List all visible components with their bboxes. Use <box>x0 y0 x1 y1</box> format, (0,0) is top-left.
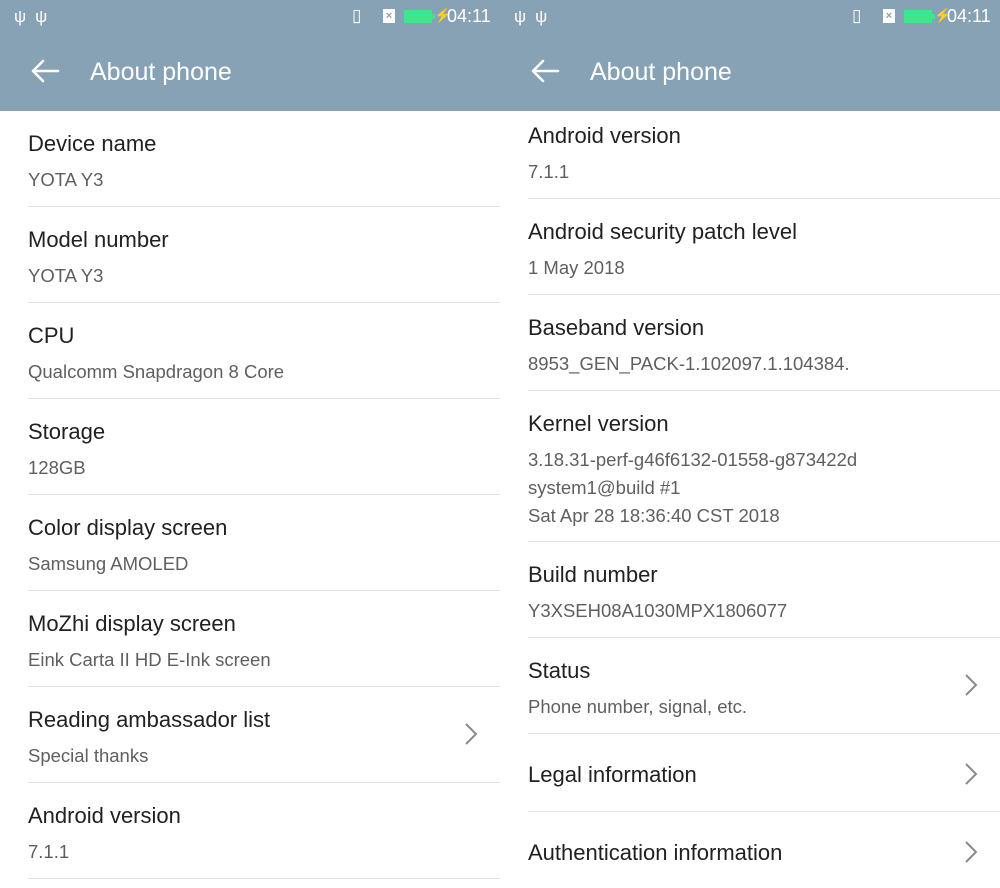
setting-legal-information[interactable]: Legal information <box>500 734 1000 812</box>
setting-reading-ambassador-list[interactable]: Reading ambassador list Special thanks <box>0 687 500 783</box>
battery-charging-icon <box>904 10 935 23</box>
no-sim-icon: × <box>383 9 395 23</box>
app-bar: ψψ ▯ × ⚡ 04:11 About phone <box>500 0 1000 111</box>
setting-model-number[interactable]: Model number YOTA Y3 <box>0 207 500 303</box>
setting-value: 7.1.1 <box>28 841 70 862</box>
setting-mozhi-display[interactable]: MoZhi display screen Eink Carta II HD E-… <box>0 591 500 687</box>
setting-label: Model number <box>28 227 169 252</box>
chevron-right-icon <box>464 722 478 746</box>
setting-label: Storage <box>28 419 106 444</box>
setting-label: MoZhi display screen <box>28 611 236 636</box>
chevron-right-icon <box>964 762 978 786</box>
setting-kernel-version[interactable]: Kernel version 3.18.31-perf-g46f6132-015… <box>500 391 1000 542</box>
setting-android-version[interactable]: Android version 7.1.1 <box>500 103 1000 199</box>
setting-value: Qualcomm Snapdragon 8 Core <box>28 361 285 382</box>
chevron-right-icon <box>964 673 978 697</box>
setting-label: Color display screen <box>28 515 228 540</box>
setting-value-line: 3.18.31-perf-g46f6132-01558-g873422d <box>528 449 858 470</box>
setting-label: CPU <box>28 323 75 348</box>
setting-label: Legal information <box>528 762 697 787</box>
app-bar: ψψ ▯ × ⚡ 04:11 About phone <box>0 0 500 111</box>
setting-value: Phone number, signal, etc. <box>528 696 748 717</box>
setting-label: Android security patch level <box>528 219 798 244</box>
setting-label: Build number <box>528 562 658 587</box>
about-phone-screen-left: ψψ ▯ × ⚡ 04:11 About phone Device name Y… <box>0 0 500 888</box>
setting-security-patch-level[interactable]: Android security patch level 1 May 2018 <box>500 199 1000 295</box>
setting-authentication-information[interactable]: Authentication information <box>500 812 1000 888</box>
setting-status[interactable]: Status Phone number, signal, etc. <box>500 638 1000 734</box>
setting-color-display[interactable]: Color display screen Samsung AMOLED <box>0 495 500 591</box>
setting-value: Special thanks <box>28 745 149 766</box>
page-title: About phone <box>590 58 732 86</box>
setting-value-line: Sat Apr 28 18:36:40 CST 2018 <box>528 505 780 526</box>
status-bar: ψψ ▯ × ⚡ 04:11 <box>500 0 1000 34</box>
setting-cpu[interactable]: CPU Qualcomm Snapdragon 8 Core <box>0 303 500 399</box>
setting-value: Samsung AMOLED <box>28 553 189 574</box>
setting-device-name[interactable]: Device name YOTA Y3 <box>0 111 500 207</box>
setting-value: 1 May 2018 <box>528 257 625 278</box>
setting-value: 128GB <box>28 457 86 478</box>
setting-value: 8953_GEN_PACK-1.102097.1.104384. <box>528 353 850 374</box>
setting-storage[interactable]: Storage 128GB <box>0 399 500 495</box>
setting-label: Kernel version <box>528 411 669 436</box>
vibrate-icon: ▯ <box>852 6 862 25</box>
status-time: 04:11 <box>447 6 491 26</box>
about-phone-screen-right: ψψ ▯ × ⚡ 04:11 About phone Android versi… <box>500 0 1000 888</box>
setting-value: Y3XSEH08A1030MPX1806077 <box>528 600 788 621</box>
back-arrow-icon[interactable] <box>28 54 62 88</box>
setting-label: Baseband version <box>528 315 705 340</box>
chevron-right-icon <box>964 840 978 864</box>
setting-label: Status <box>528 658 591 683</box>
settings-list: Android version 7.1.1 Android security p… <box>500 103 1000 888</box>
settings-list: Device name YOTA Y3 Model number YOTA Y3… <box>0 111 500 879</box>
usb-icon: ψψ <box>514 7 557 26</box>
usb-icon: ψψ <box>14 7 57 26</box>
setting-label: Android version <box>28 803 181 828</box>
vibrate-icon: ▯ <box>352 6 362 25</box>
status-time: 04:11 <box>947 6 991 26</box>
page-title: About phone <box>90 58 232 86</box>
setting-label: Authentication information <box>528 840 783 865</box>
divider <box>28 878 500 879</box>
setting-label: Android version <box>528 123 681 148</box>
battery-charging-icon <box>404 10 435 23</box>
setting-build-number[interactable]: Build number Y3XSEH08A1030MPX1806077 <box>500 542 1000 638</box>
back-arrow-icon[interactable] <box>528 54 562 88</box>
status-bar: ψψ ▯ × ⚡ 04:11 <box>0 0 500 34</box>
setting-value: YOTA Y3 <box>28 265 104 286</box>
setting-label: Reading ambassador list <box>28 707 271 732</box>
setting-value: YOTA Y3 <box>28 169 104 190</box>
setting-android-version[interactable]: Android version 7.1.1 <box>0 783 500 879</box>
setting-baseband-version[interactable]: Baseband version 8953_GEN_PACK-1.102097.… <box>500 295 1000 391</box>
setting-label: Device name <box>28 131 157 156</box>
no-sim-icon: × <box>883 9 895 23</box>
setting-value-line: system1@build #1 <box>528 477 681 498</box>
setting-value: 7.1.1 <box>528 161 570 182</box>
setting-value: Eink Carta II HD E-Ink screen <box>28 649 271 670</box>
